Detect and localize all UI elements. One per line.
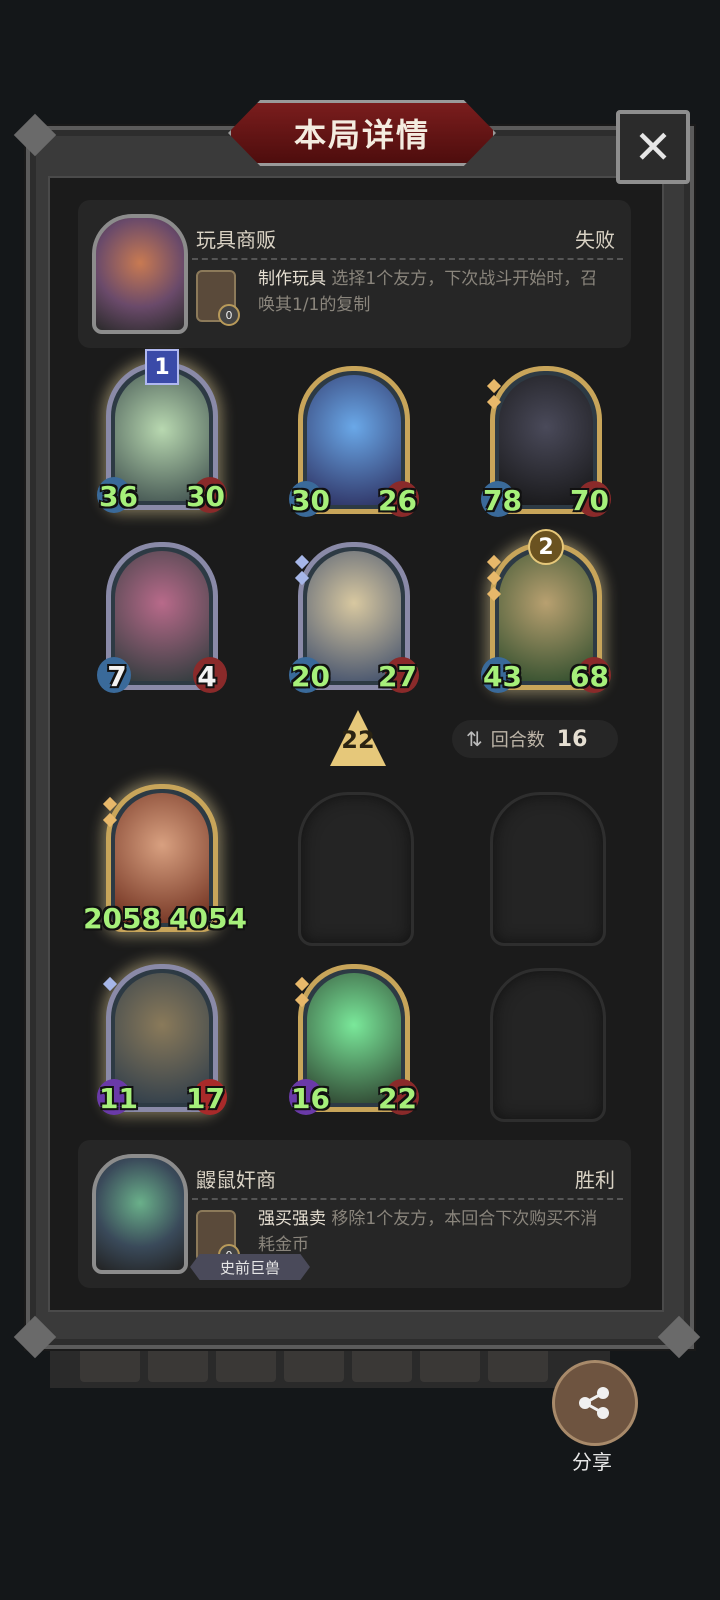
player-minion[interactable]: 16 22 bbox=[289, 964, 419, 1115]
minion-health: 26 bbox=[378, 484, 417, 517]
turn-label: 回合数 bbox=[490, 730, 545, 751]
opponent-minion[interactable]: 2 43 68 bbox=[481, 529, 611, 693]
minion-attack: 7 bbox=[107, 660, 127, 693]
title-banner: 本局详情 bbox=[228, 100, 496, 166]
turn-counter: ⇅ 回合数 16 bbox=[452, 720, 618, 758]
tribe-tag: 史前巨兽 bbox=[190, 1254, 310, 1280]
minion-health: 4054 bbox=[169, 902, 247, 935]
player-result: 胜利 bbox=[575, 1168, 615, 1192]
player-minion[interactable]: 2058 4054 bbox=[83, 784, 247, 935]
minion-attack: 2058 bbox=[83, 902, 161, 935]
share-label: 分享 bbox=[572, 1450, 612, 1474]
opponent-result: 失败 bbox=[575, 228, 615, 252]
opponent-minion[interactable]: 78 70 bbox=[481, 366, 611, 517]
share-icon bbox=[579, 1387, 609, 1419]
minion-attack: 43 bbox=[483, 660, 522, 693]
minion-health: 27 bbox=[378, 660, 417, 693]
hero-power-text: 强买强卖 移除1个友方，本回合下次购买不消耗金币 bbox=[258, 1206, 608, 1258]
opponent-minion[interactable]: 20 27 bbox=[289, 542, 419, 693]
player-name: 鼹鼠奸商 bbox=[196, 1168, 276, 1192]
close-icon: ✕ bbox=[633, 120, 673, 174]
opponent-minion[interactable]: 1 36 30 bbox=[97, 349, 227, 513]
empty-board-slot bbox=[298, 792, 414, 946]
divider bbox=[192, 258, 623, 260]
opponent-portrait[interactable] bbox=[92, 214, 188, 334]
close-button[interactable]: ✕ bbox=[616, 110, 690, 184]
hero-power-cost: 0 bbox=[218, 304, 240, 326]
divider bbox=[192, 1198, 623, 1200]
turn-value: 16 bbox=[556, 726, 588, 752]
minion-attack: 20 bbox=[291, 660, 330, 693]
minion-attack: 78 bbox=[483, 484, 522, 517]
player-info-card: 鼹鼠奸商 胜利 0 强买强卖 移除1个友方，本回合下次购买不消耗金币 史前巨兽 bbox=[78, 1140, 631, 1288]
opponent-name: 玩具商贩 bbox=[196, 228, 276, 252]
minion-attack: 30 bbox=[291, 484, 330, 517]
minion-health: 70 bbox=[570, 484, 609, 517]
player-minion[interactable]: 11 17 bbox=[97, 964, 227, 1115]
tier-badge: 2 bbox=[528, 529, 564, 565]
hero-power-name: 强买强卖 bbox=[258, 1209, 326, 1229]
opponent-info-card: 玩具商贩 失败 0 制作玩具 选择1个友方，下次战斗开始时，召唤其1/1的复制 bbox=[78, 200, 631, 348]
player-portrait[interactable] bbox=[92, 1154, 188, 1274]
minion-attack: 36 bbox=[99, 480, 138, 513]
level-arrow-value: 22 bbox=[341, 726, 375, 754]
share-button[interactable] bbox=[552, 1360, 638, 1446]
page-title: 本局详情 bbox=[293, 116, 430, 154]
minion-health: 30 bbox=[186, 480, 225, 513]
minion-health: 68 bbox=[570, 660, 609, 693]
opponent-minion[interactable]: 30 26 bbox=[289, 366, 419, 517]
minion-health: 22 bbox=[378, 1082, 417, 1115]
empty-board-slot bbox=[490, 968, 606, 1122]
hero-power-text: 制作玩具 选择1个友方，下次战斗开始时，召唤其1/1的复制 bbox=[258, 266, 608, 318]
minion-health: 17 bbox=[186, 1082, 225, 1115]
minion-health: 4 bbox=[197, 660, 217, 693]
minion-attack: 16 bbox=[291, 1082, 330, 1115]
hero-power-name: 制作玩具 bbox=[258, 269, 326, 289]
minion-attack: 11 bbox=[99, 1082, 138, 1115]
tier-value: 2 bbox=[528, 529, 564, 565]
empty-board-slot bbox=[490, 792, 606, 946]
opponent-minion[interactable]: 7 4 bbox=[97, 542, 227, 693]
tier-value: 1 bbox=[145, 349, 179, 385]
tier-badge: 1 bbox=[145, 349, 179, 385]
refresh-icon: ⇅ bbox=[466, 727, 483, 751]
